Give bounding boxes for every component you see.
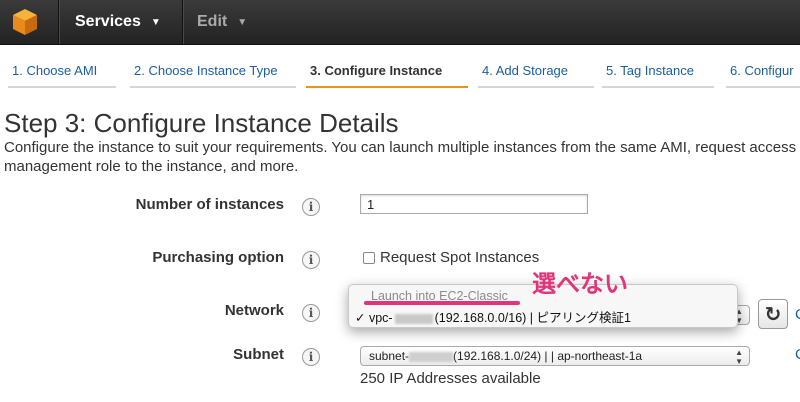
tab-configure-security-group[interactable]: 6. Configur [726,56,800,88]
info-icon[interactable]: i [302,348,320,366]
create-vpc-link-partial[interactable]: C [795,306,800,323]
services-menu[interactable]: Services ▼ [75,0,161,44]
select-arrows-icon: ▲ ▼ [735,348,743,366]
divider [58,0,59,44]
tab-configure-instance[interactable]: 3. Configure Instance [306,56,468,88]
subnet-label: Subnet [233,346,284,363]
chevron-down-icon: ▼ [150,16,161,28]
annotation-underline [364,301,520,305]
top-navigation-bar: Services ▼ Edit ▼ [0,0,800,45]
edit-menu-label: Edit [197,13,228,30]
spot-instances-label: Request Spot Instances [380,249,540,266]
info-icon[interactable]: i [302,198,320,216]
redacted-id [394,313,433,324]
annotation-text: 選べない [532,270,628,298]
info-icon[interactable]: i [302,304,320,322]
instances-label: Number of instances [135,196,284,213]
create-subnet-link-partial[interactable]: C [795,346,800,363]
refresh-icon: ↻ [764,303,782,326]
tab-choose-instance-type[interactable]: 2. Choose Instance Type [130,56,296,88]
page-description: Configure the instance to suit your requ… [4,139,797,175]
services-menu-label: Services [75,13,141,30]
option-vpc-selected[interactable]: ✓ vpc- (192.168.0.0/16) | ピアリング検証1 [355,307,631,326]
aws-cube-icon [13,9,37,35]
redacted-id [409,351,454,362]
page-title: Step 3: Configure Instance Details [4,108,399,138]
refresh-button[interactable]: ↻ [758,299,788,329]
tab-tag-instance[interactable]: 5. Tag Instance [602,56,714,88]
subnet-prefix: subnet- [369,349,410,363]
divider [182,0,183,44]
checkmark-icon: ✓ [355,311,366,325]
purchasing-option-label: Purchasing option [152,249,284,266]
vpc-prefix: vpc- [368,311,393,325]
network-label: Network [224,302,284,319]
tab-add-storage[interactable]: 4. Add Storage [478,56,594,88]
aws-logo[interactable] [0,0,50,44]
vpc-value: (192.168.0.0/16) | ピアリング検証1 [434,311,631,325]
spot-instances-checkbox[interactable] [363,252,375,264]
wizard-steps: 1. Choose AMI 2. Choose Instance Type 3.… [0,56,800,92]
subnet-select[interactable]: subnet- (192.168.1.0/24) | | ap-northeast… [360,346,750,366]
instances-input[interactable] [360,194,588,214]
available-ips: 250 IP Addresses available [360,370,541,387]
tab-choose-ami[interactable]: 1. Choose AMI [8,56,116,88]
info-icon[interactable]: i [302,251,320,269]
edit-menu[interactable]: Edit ▼ [197,0,247,44]
subnet-value: (192.168.1.0/24) | | ap-northeast-1a [453,349,643,363]
chevron-down-icon: ▼ [237,16,248,28]
